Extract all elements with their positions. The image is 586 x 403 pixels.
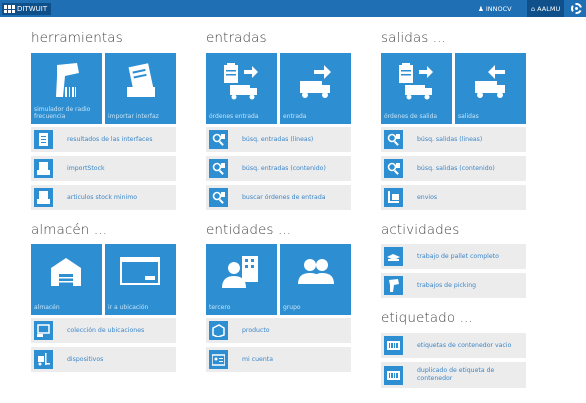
- clipboard-truck-icon: [399, 63, 433, 100]
- row-label: búsq. entradas (contenido): [242, 164, 326, 172]
- row-coleccion-ubicaciones[interactable]: colección de ubicaciones: [31, 318, 176, 343]
- section-title-entidades: entidades ...: [206, 222, 292, 238]
- row-busq-salidas-lineas[interactable]: búsq. salidas (lineas): [381, 127, 526, 152]
- label-icon: [384, 336, 403, 355]
- tile-entrada[interactable]: entrada: [280, 53, 351, 124]
- printer-icon: [34, 188, 53, 207]
- truck-arrow-right-icon: [300, 65, 331, 98]
- row-label: búsq. salidas (lineas): [417, 135, 483, 143]
- clipboard-truck-icon: [224, 63, 258, 100]
- tile-label: tercero: [209, 304, 231, 311]
- row-label: importStock: [67, 164, 105, 172]
- row-busq-entradas-contenido[interactable]: búsq. entradas (contenido): [206, 156, 351, 181]
- row-etiquetas-contenedor-vacio[interactable]: etiquetas de contenedor vacio: [381, 333, 526, 358]
- printer-icon: [34, 159, 53, 178]
- person-building-icon: [222, 256, 258, 288]
- tile-label: órdenes entrada: [209, 113, 259, 120]
- gear-icon[interactable]: [571, 3, 582, 14]
- tile-label: órdenes de salida: [384, 113, 438, 120]
- row-label: colección de ubicaciones: [67, 326, 145, 334]
- row-label: etiquetas de contenedor vacio: [417, 341, 512, 349]
- row-envios[interactable]: envios: [381, 185, 526, 210]
- row-buscar-ordenes-entrada[interactable]: buscar órdenes de entrada: [206, 185, 351, 210]
- pallet-icon: [384, 247, 403, 266]
- tile-label: entrada: [283, 113, 307, 120]
- row-resultados-interfaces[interactable]: resultados de las interfaces: [31, 127, 176, 152]
- monitor-icon: [34, 321, 53, 340]
- tile-ordenes-entrada[interactable]: órdenes entrada: [206, 53, 277, 124]
- row-articulos-stock-minimo[interactable]: articulos stock minimo: [31, 185, 176, 210]
- row-label: búsq. salidas (contenido): [417, 164, 495, 172]
- document-icon: [34, 130, 53, 149]
- tile-label: importar interfaz: [108, 113, 159, 120]
- tile-almacen[interactable]: almacén: [31, 244, 102, 315]
- barcode-scanner-icon: [384, 276, 403, 295]
- barcode-scanner-icon: [56, 63, 79, 97]
- row-duplicado-etiqueta-contenedor[interactable]: duplicado de etiqueta de contenedor: [381, 362, 526, 388]
- brand-label: DITWUIT: [17, 5, 48, 13]
- row-label: duplicado de etiqueta de contenedor: [417, 367, 495, 382]
- section-title-etiquetado: etiquetado ...: [381, 310, 473, 326]
- tile-label: simulador de radio frecuencia: [34, 106, 91, 120]
- search-icon: [209, 159, 228, 178]
- row-label: articulos stock minimo: [67, 193, 138, 201]
- warehouse-icon: [51, 258, 81, 286]
- tile-simulador[interactable]: simulador de radio frecuencia: [31, 53, 102, 124]
- tile-grupo[interactable]: grupo: [280, 244, 351, 315]
- search-icon: [384, 130, 403, 149]
- search-icon: [209, 130, 228, 149]
- truck-arrow-left-icon: [475, 65, 505, 98]
- tile-label: almacén: [34, 304, 60, 311]
- search-icon: [384, 159, 403, 178]
- box-icon: [209, 321, 228, 340]
- home-label: AALMU: [537, 4, 561, 13]
- user-menu[interactable]: ♟ INNOCV: [478, 0, 512, 17]
- app-menu-button[interactable]: DITWUIT: [2, 3, 52, 15]
- tile-label: grupo: [283, 304, 301, 311]
- tile-importar-interfaz[interactable]: importar interfaz: [105, 53, 176, 124]
- row-trabajo-pallet-completo[interactable]: trabajo de pallet completo: [381, 244, 526, 269]
- row-label: resultados de las interfaces: [67, 135, 153, 143]
- home-icon: ⌂: [531, 4, 536, 13]
- section-title-salidas: salidas ...: [381, 30, 446, 46]
- row-label: envios: [417, 193, 438, 201]
- row-label: buscar órdenes de entrada: [242, 193, 326, 201]
- row-label: búsq. entradas (lineas): [242, 135, 314, 143]
- tile-ordenes-salida[interactable]: órdenes de salida: [381, 53, 452, 124]
- search-icon: [209, 188, 228, 207]
- tile-tercero[interactable]: tercero: [206, 244, 277, 315]
- row-label: mi cuenta: [242, 355, 273, 363]
- id-card-icon: [209, 350, 228, 369]
- tile-salidas[interactable]: salidas: [455, 53, 526, 124]
- row-trabajos-picking[interactable]: trabajos de picking: [381, 273, 526, 298]
- row-busq-salidas-contenido[interactable]: búsq. salidas (contenido): [381, 156, 526, 181]
- top-bar: DITWUIT ♟ INNOCV ⌂ AALMU: [0, 0, 586, 17]
- tile-label: salidas: [458, 113, 479, 120]
- section-title-actividades: actividades: [381, 222, 460, 238]
- row-label: producto: [242, 326, 270, 334]
- row-producto[interactable]: producto: [206, 318, 351, 343]
- tile-ir-a-ubicacion[interactable]: ir a ubicación: [105, 244, 176, 315]
- user-label: INNOCV: [485, 4, 512, 13]
- row-dispositivos[interactable]: dispositivos: [31, 347, 176, 372]
- printer-document-icon: [127, 63, 155, 97]
- row-busq-entradas-lineas[interactable]: búsq. entradas (lineas): [206, 127, 351, 152]
- user-icon: ♟: [478, 4, 484, 13]
- row-label: trabajos de picking: [417, 281, 477, 289]
- label-icon: [384, 365, 403, 385]
- window-icon: [120, 257, 160, 285]
- grid-icon: [4, 5, 15, 13]
- section-title-entradas: entradas: [206, 30, 267, 46]
- group-icon: [298, 259, 334, 284]
- row-label: dispositivos: [67, 355, 104, 363]
- row-mi-cuenta[interactable]: mi cuenta: [206, 347, 351, 372]
- row-importstock[interactable]: importStock: [31, 156, 176, 181]
- row-label: trabajo de pallet completo: [417, 252, 499, 260]
- forklift-icon: [34, 350, 53, 369]
- home-menu[interactable]: ⌂ AALMU: [527, 0, 565, 17]
- hand-truck-icon: [384, 188, 403, 207]
- section-title-herramientas: herramientas: [31, 30, 123, 46]
- tile-label: ir a ubicación: [108, 304, 149, 311]
- section-title-almacen: almacén ...: [31, 222, 107, 238]
